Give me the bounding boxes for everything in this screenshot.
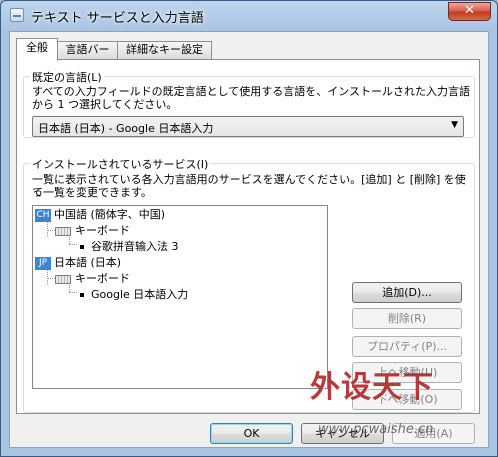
tree-node-label: キーボード [75,224,130,237]
tab-advanced-key-settings[interactable]: 詳細なキー設定 [117,41,212,59]
title-bar[interactable]: テキスト サービスと入力言語 ✕ [1,1,497,29]
keyboard-icon [55,226,71,236]
properties-button[interactable]: プロパティ(P)... [352,336,462,357]
window-title: テキスト サービスと入力言語 [31,11,204,26]
bullet-icon [80,245,84,249]
tree-node-japanese[interactable]: JP 日本語 (日本) [35,255,121,270]
installed-services-title: インストールされているサービス(I) [30,156,211,172]
installed-services-description-2: て一覧を変更できます。 [32,186,152,199]
dropdown-arrow-icon: ▼ [451,120,458,130]
tree-node-label: キーボード [75,272,130,285]
close-button[interactable]: ✕ [448,2,491,21]
tree-node-chinese-service[interactable]: 谷歌拼音输入法 3 [77,239,179,254]
default-language-group: 既定の言語(L) すべての入力フィールドの既定言語として使用する言語を、インスト… [23,69,475,138]
tree-node-label: Google 日本語入力 [91,288,189,301]
bullet-icon [80,293,84,297]
watermark-url: www.pcwaishe.cn [318,422,434,437]
tree-node-label: 谷歌拼音输入法 3 [91,240,179,253]
default-language-title: 既定の言語(L) [30,69,104,85]
default-language-dropdown[interactable]: 日本語 (日本) - Google 日本語入力 ▼ [32,116,464,137]
tree-node-label: 日本語 (日本) [54,256,122,269]
app-icon [10,8,24,22]
keyboard-icon [55,274,71,284]
tab-panel-general: 既定の言語(L) すべての入力フィールドの既定言語として使用する言語を、インスト… [16,59,480,414]
tree-node-japanese-service[interactable]: Google 日本語入力 [77,287,188,302]
remove-button[interactable]: 削除(R) [352,308,462,329]
add-button[interactable]: 追加(D)... [352,282,462,303]
tree-node-chinese-keyboard[interactable]: キーボード [55,223,130,238]
tab-general[interactable]: 全般 [16,38,58,61]
default-language-selected: 日本語 (日本) - Google 日本語入力 [38,122,214,135]
tree-node-japanese-keyboard[interactable]: キーボード [55,271,130,286]
language-badge-icon: JP [35,256,51,270]
language-badge-icon: CH [35,208,51,222]
watermark-logo: 外设天下 [310,370,434,405]
tab-language-bar[interactable]: 言語バー [57,41,118,59]
tree-node-label: 中国語 (簡体字、中国) [54,208,166,221]
default-language-description-1: すべての入力フィールドの既定言語として使用する言語を、インストールされた入力言語 [32,85,471,98]
default-language-description-2: から 1 つ選択してください。 [32,98,178,111]
tree-node-chinese[interactable]: CH 中国語 (簡体字、中国) [35,207,165,222]
ok-button[interactable]: OK [210,423,293,444]
services-tree[interactable]: CH 中国語 (簡体字、中国) キーボード 谷歌拼音输入法 3 JP 日本語 (日本… [32,205,328,389]
